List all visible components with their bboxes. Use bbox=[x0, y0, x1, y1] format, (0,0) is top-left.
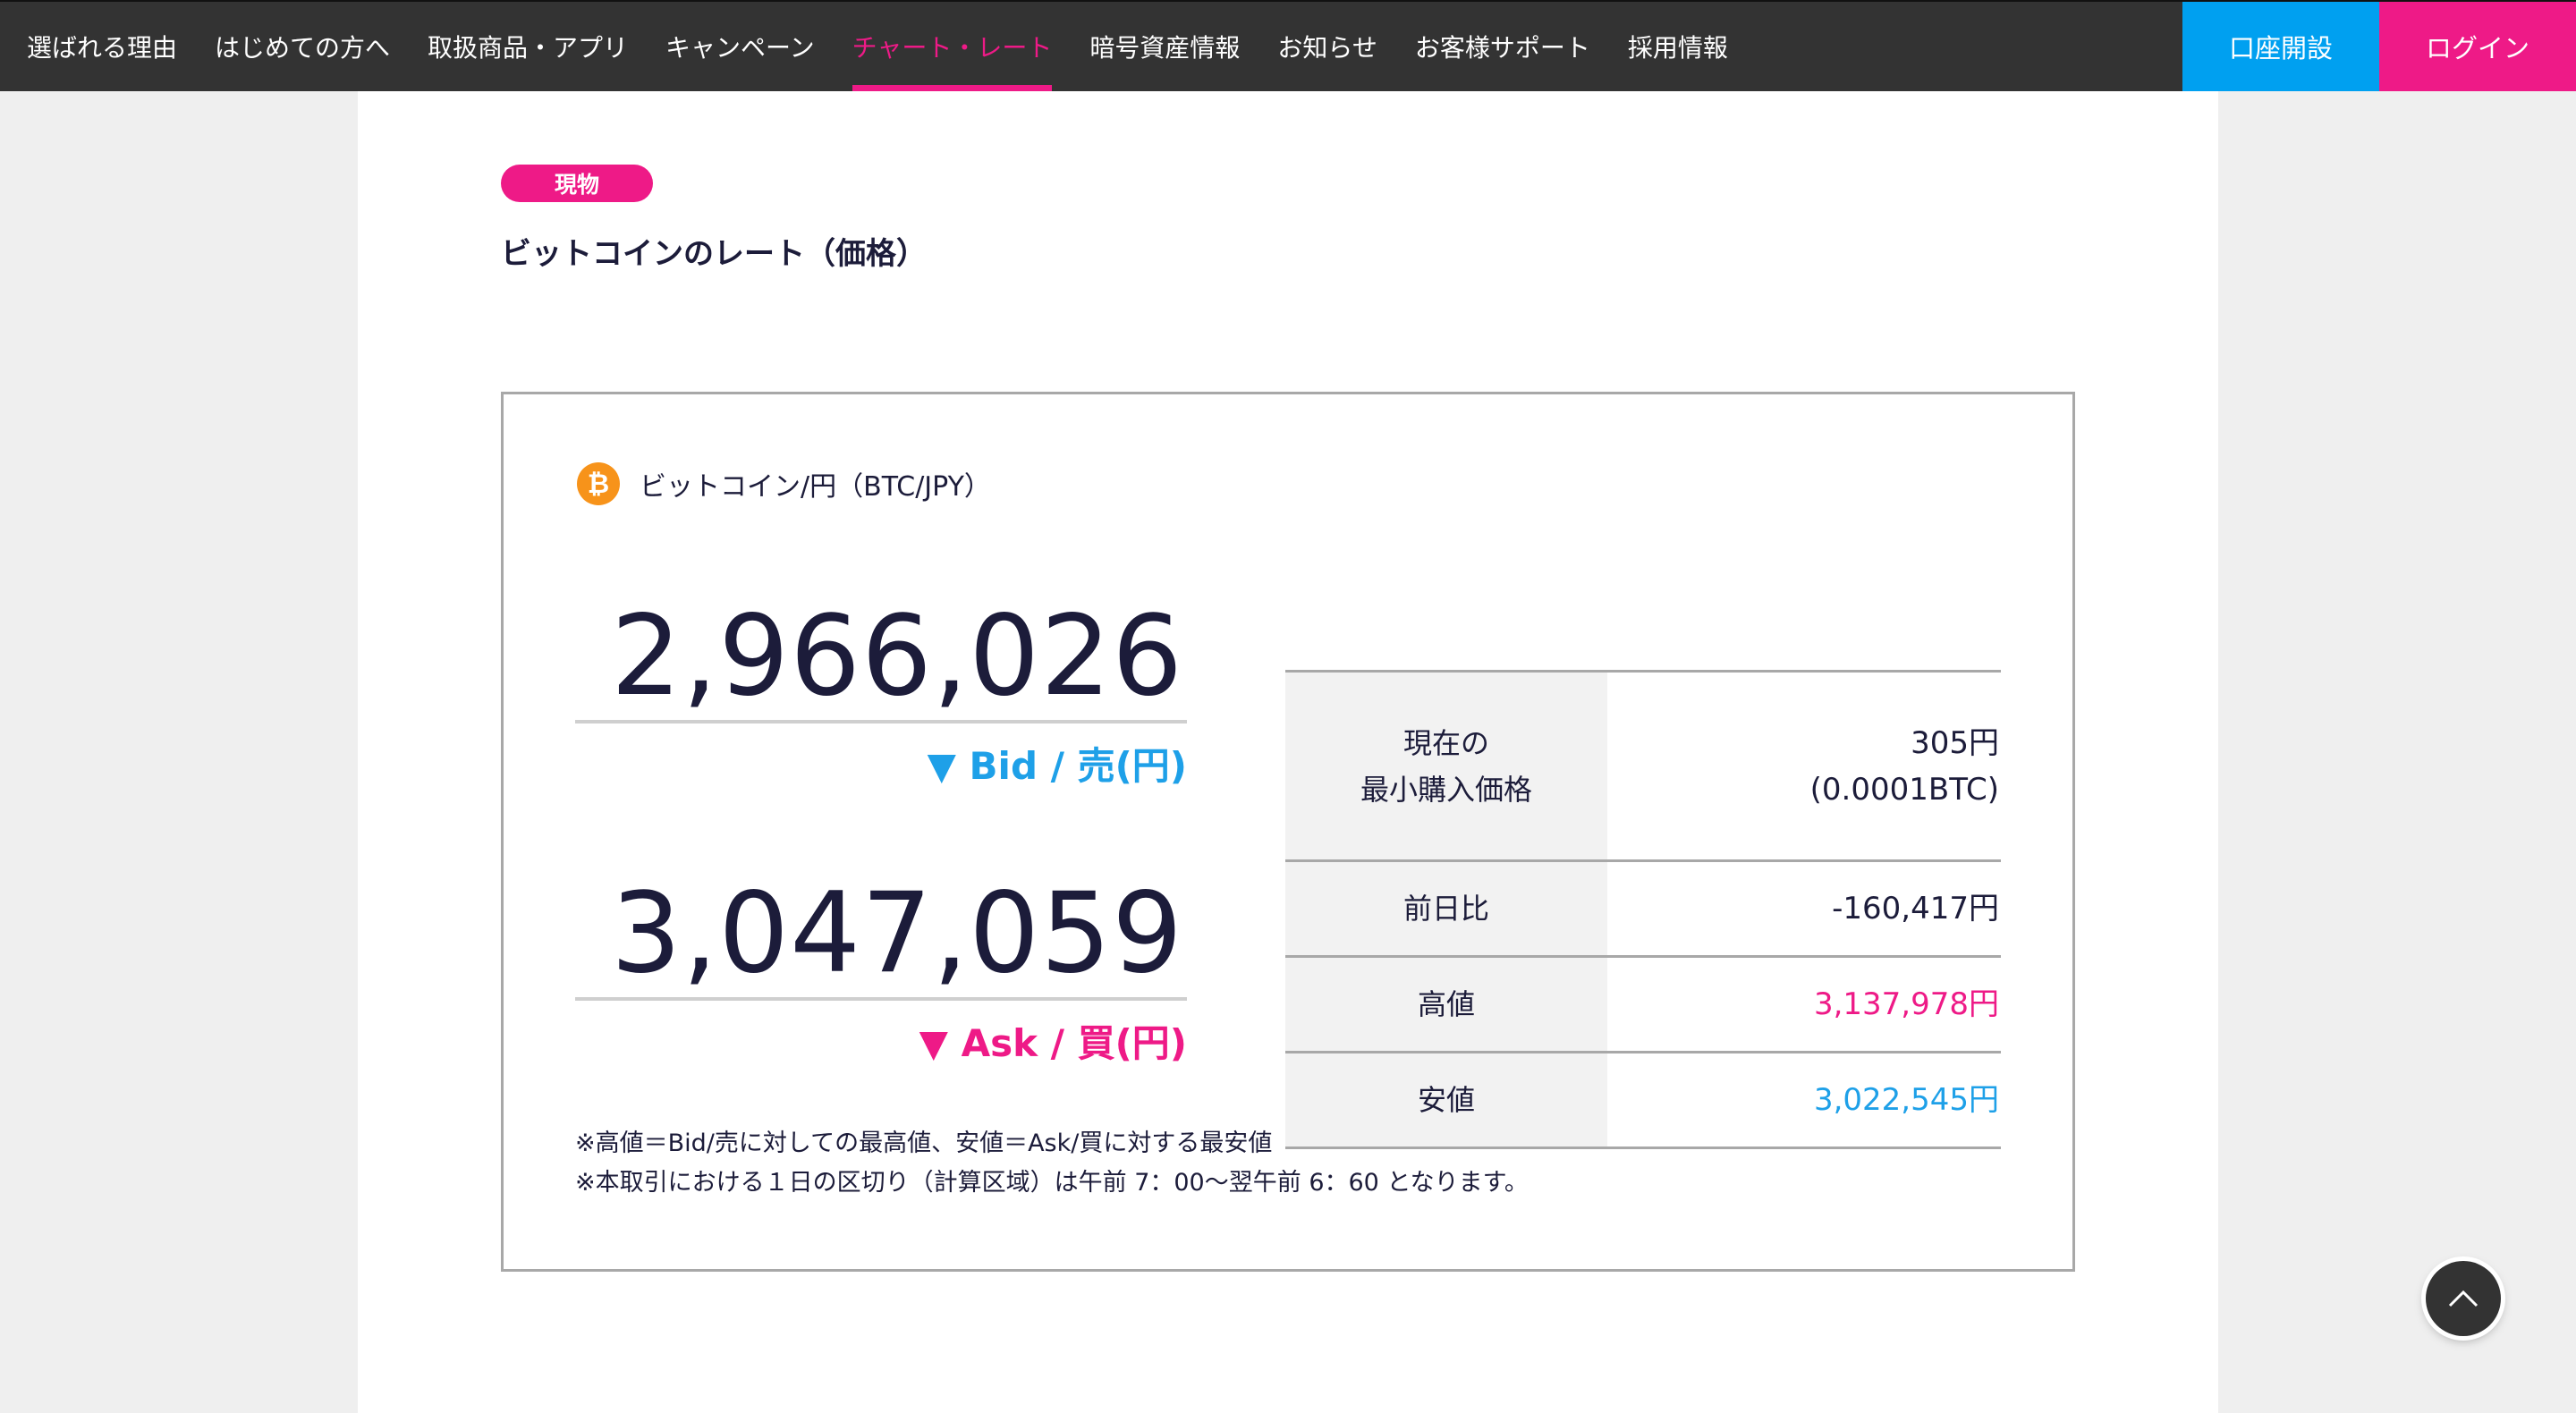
ask-price: 3,047,059 bbox=[575, 867, 1187, 1001]
back-to-top-button[interactable] bbox=[2426, 1261, 2501, 1336]
nav-item-careers[interactable]: 採用情報 bbox=[1628, 2, 1728, 91]
ask-label: ▼ Ask / 買(円) bbox=[919, 1021, 1187, 1065]
nav-item-beginners[interactable]: はじめての方へ bbox=[215, 2, 390, 91]
min-price-value: 305円 (0.0001BTC) bbox=[1607, 673, 2001, 859]
bitcoin-icon: ₿ bbox=[577, 462, 620, 505]
note-line: ※本取引における１日の区切り（計算区域）は午前 7：00〜翌午前 6：60 とな… bbox=[575, 1169, 1529, 1197]
spot-badge: 現物 bbox=[501, 165, 653, 202]
change-header: 前日比 bbox=[1285, 862, 1607, 955]
rate-notes: ※高値＝Bid/売に対しての最高値、安値＝Ask/買に対する最安値 ※本取引にお… bbox=[575, 1124, 1529, 1203]
table-row: 現在の 最小購入価格 305円 (0.0001BTC) bbox=[1285, 673, 2001, 862]
open-account-button[interactable]: 口座開設 bbox=[2182, 2, 2379, 91]
chevron-up-icon bbox=[2448, 1290, 2479, 1307]
main-menu: 選ばれる理由 はじめての方へ 取扱商品・アプリ キャンペーン チャート・レート 暗号資産情… bbox=[0, 2, 1766, 91]
change-value: -160,417円 bbox=[1832, 891, 1999, 926]
rate-card: ₿ ビットコイン/円（BTC/JPY） 2,966,026 ▼ Bid / 売(… bbox=[501, 392, 2075, 1272]
min-price-header-line-1: 現在の bbox=[1402, 725, 1489, 760]
min-price-btc: (0.0001BTC) bbox=[1809, 771, 1999, 808]
top-navigation: 選ばれる理由 はじめての方へ 取扱商品・アプリ キャンペーン チャート・レート 暗号資産情… bbox=[0, 0, 2576, 91]
nav-item-crypto-info[interactable]: 暗号資産情報 bbox=[1089, 2, 1240, 91]
low-value: 3,022,545円 bbox=[1813, 1082, 1999, 1118]
nav-item-campaign[interactable]: キャンペーン bbox=[665, 2, 815, 91]
ask-price-block: 3,047,059 ▼ Ask / 買(円) bbox=[575, 867, 1187, 1068]
nav-item-chart-rate[interactable]: チャート・レート bbox=[852, 2, 1052, 91]
nav-item-news[interactable]: お知らせ bbox=[1277, 2, 1377, 91]
nav-item-reasons[interactable]: 選ばれる理由 bbox=[27, 2, 177, 91]
nav-item-support[interactable]: お客様サポート bbox=[1415, 2, 1590, 91]
high-value: 3,137,978円 bbox=[1813, 986, 1999, 1022]
table-row: 高値 3,137,978円 bbox=[1285, 958, 2001, 1053]
currency-pair-label: ビットコイン/円（BTC/JPY） bbox=[640, 471, 991, 503]
note-line: ※高値＝Bid/売に対しての最高値、安値＝Ask/買に対する最安値 bbox=[575, 1130, 1273, 1157]
rate-info-table: 現在の 最小購入価格 305円 (0.0001BTC) 前日比 -160,417… bbox=[1285, 670, 2001, 1149]
currency-pair: ₿ ビットコイン/円（BTC/JPY） bbox=[577, 462, 991, 505]
main-content: 現物 ビットコインのレート（価格） ₿ ビットコイン/円（BTC/JPY） 2,… bbox=[358, 91, 2218, 1413]
login-button[interactable]: ログイン bbox=[2379, 2, 2576, 91]
table-row: 前日比 -160,417円 bbox=[1285, 862, 2001, 958]
min-price-yen: 305円 bbox=[1911, 724, 1999, 761]
min-price-header-line-2: 最小購入価格 bbox=[1360, 772, 1532, 807]
nav-item-products[interactable]: 取扱商品・アプリ bbox=[428, 2, 628, 91]
page-title: ビットコインのレート（価格） bbox=[501, 236, 927, 272]
bid-price: 2,966,026 bbox=[575, 589, 1187, 723]
min-price-header: 現在の 最小購入価格 bbox=[1285, 673, 1607, 859]
high-header: 高値 bbox=[1285, 958, 1607, 1051]
bid-label: ▼ Bid / 売(円) bbox=[927, 744, 1187, 788]
bid-price-block: 2,966,026 ▼ Bid / 売(円) bbox=[575, 589, 1187, 791]
